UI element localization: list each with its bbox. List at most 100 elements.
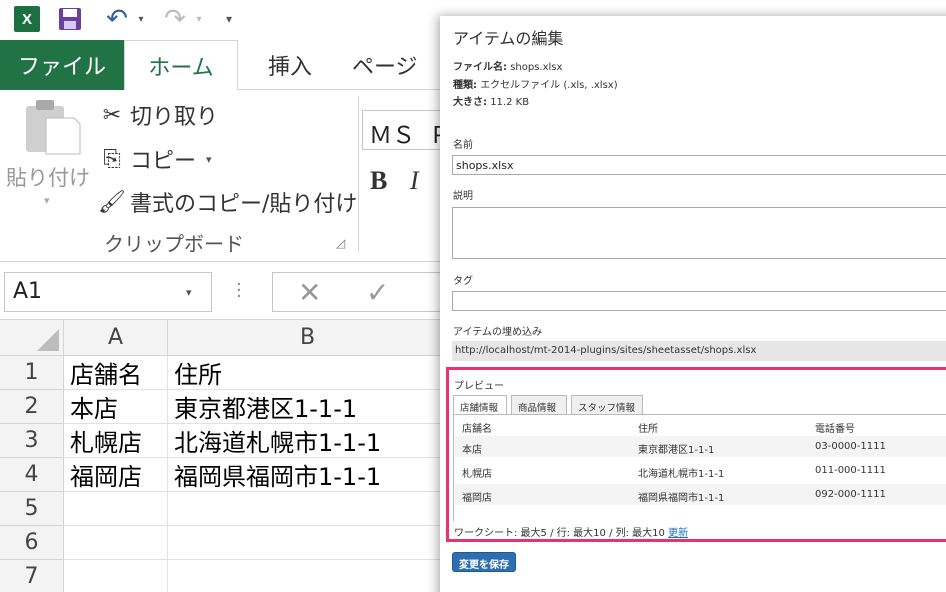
tab-page-layout[interactable]: ページ <box>352 40 452 90</box>
refresh-link[interactable]: 更新 <box>668 528 688 539</box>
copy-icon: ⎘ <box>103 146 121 172</box>
tab-insert[interactable]: 挿入 <box>248 40 332 90</box>
size-label: 大きさ: <box>453 97 487 108</box>
cell-b1[interactable]: 住所 <box>168 356 448 390</box>
embed-label: アイテムの埋め込み <box>453 327 542 338</box>
bold-button[interactable]: B <box>370 166 387 196</box>
column-header-b[interactable]: B <box>168 320 448 356</box>
tags-input[interactable] <box>452 291 946 311</box>
cell-a6[interactable] <box>64 526 168 560</box>
table-cell: 福岡店 <box>462 493 492 504</box>
dialog-launcher-icon[interactable]: ◿ <box>336 236 350 250</box>
cell-b6[interactable] <box>168 526 448 560</box>
column-header: 電話番号 <box>815 424 855 435</box>
type-label: 種類: <box>453 80 477 91</box>
row-header[interactable]: 1 <box>0 356 64 390</box>
table-cell: 札幌店 <box>462 469 492 480</box>
row-header[interactable]: 7 <box>0 560 64 592</box>
save-icon[interactable] <box>56 5 84 33</box>
copy-label: コピー <box>130 149 197 174</box>
cell-a5[interactable] <box>64 492 168 526</box>
undo-icon[interactable]: ↶ <box>102 4 132 34</box>
cell-b5[interactable] <box>168 492 448 526</box>
enter-check-icon[interactable]: ✓ <box>366 276 389 309</box>
row-header[interactable]: 4 <box>0 458 64 492</box>
cancel-icon[interactable]: ✕ <box>298 276 321 309</box>
select-all-corner[interactable] <box>0 320 64 356</box>
table-row: 福岡店 福岡県福岡市1-1-1 092-000-1111 <box>455 484 946 505</box>
cell-b2[interactable]: 東京都港区1-1-1 <box>168 390 448 424</box>
table-row: 札幌店 北海道札幌市1-1-1 011-000-1111 <box>455 460 946 481</box>
type-meta: 種類: エクセルファイル (.xls, .xlsx) <box>453 76 618 91</box>
cell-b7[interactable] <box>168 560 448 592</box>
screen: X ↶ ▾ ↷ ▾ ▾ ファイル ホーム 挿入 ページ 貼り付け ▾ ✂ 切り取… <box>0 0 946 592</box>
tab-file[interactable]: ファイル <box>0 40 124 90</box>
clipboard-group-label: クリップボード <box>104 232 244 256</box>
preview-table: 店舗名 住所 電話番号 本店 東京都港区1-1-1 03-0000-1111 札… <box>453 414 946 521</box>
cell-b3[interactable]: 北海道札幌市1-1-1 <box>168 424 448 458</box>
row-header[interactable]: 3 <box>0 424 64 458</box>
copy-button[interactable]: ⎘ コピー ▾ <box>96 142 212 176</box>
description-label: 説明 <box>453 191 473 202</box>
name-box[interactable]: A1 <box>4 272 212 312</box>
excel-app-icon: X <box>12 5 42 33</box>
table-cell: 本店 <box>462 445 482 456</box>
filename-meta: ファイル名: shops.xlsx <box>453 58 562 73</box>
preview-title: プレビュー <box>454 381 504 392</box>
scissors-icon: ✂ <box>102 102 122 128</box>
worksheet-limits: ワークシート: 最大5 / 行: 最大10 / 列: 最大10 <box>454 528 665 539</box>
sheet-tab-staff[interactable]: スタッフ情報 <box>571 395 643 415</box>
name-label: 名前 <box>453 140 473 151</box>
cell-a3[interactable]: 札幌店 <box>64 424 168 458</box>
cell-a4[interactable]: 福岡店 <box>64 458 168 492</box>
format-painter-button[interactable]: 🖌 書式のコピー/貼り付け <box>96 185 357 219</box>
tab-home[interactable]: ホーム <box>124 40 238 91</box>
cut-label: 切り取り <box>130 105 219 130</box>
edit-item-dialog: アイテムの編集 ファイル名: shops.xlsx 種類: エクセルファイル (… <box>440 16 946 592</box>
paste-dropdown-icon[interactable]: ▾ <box>44 194 50 207</box>
redo-icon[interactable]: ↷ <box>160 4 190 34</box>
sheet-tab-products[interactable]: 商品情報 <box>511 395 567 415</box>
sheet-tab-stores[interactable]: 店舗情報 <box>453 395 507 415</box>
customize-toolbar-icon[interactable]: ▾ <box>220 5 238 33</box>
description-textarea[interactable] <box>452 207 946 259</box>
undo-dropdown-icon[interactable]: ▾ <box>134 5 148 33</box>
embed-url-field[interactable]: http://localhost/mt-2014-plugins/sites/s… <box>452 341 946 361</box>
excel-logo-letter: X <box>14 6 40 32</box>
type-value: エクセルファイル (.xls, .xlsx) <box>480 80 618 91</box>
row-header[interactable]: 2 <box>0 390 64 424</box>
cell-a7[interactable] <box>64 560 168 592</box>
table-cell: 092-000-1111 <box>815 489 886 500</box>
ribbon-divider <box>358 96 359 252</box>
table-header-row: 店舗名 住所 電話番号 <box>455 415 946 436</box>
dialog-title: アイテムの編集 <box>453 29 564 48</box>
italic-button[interactable]: I <box>410 166 419 196</box>
paintbrush-icon: 🖌 <box>98 189 126 215</box>
table-cell: 03-0000-1111 <box>815 441 886 452</box>
save-changes-button[interactable]: 変更を保存 <box>452 552 516 572</box>
column-header: 店舗名 <box>462 424 492 435</box>
redo-dropdown-icon[interactable]: ▾ <box>192 5 206 33</box>
table-cell: 北海道札幌市1-1-1 <box>638 469 725 480</box>
filename-value: shops.xlsx <box>510 62 563 73</box>
splitter-handle-icon[interactable]: · · · <box>236 276 242 306</box>
cell-a2[interactable]: 本店 <box>64 390 168 424</box>
table-cell: 011-000-1111 <box>815 465 886 476</box>
cell-a1[interactable]: 店舗名 <box>64 356 168 390</box>
preview-panel: プレビュー 店舗情報 商品情報 スタッフ情報 店舗名 住所 電話番号 本店 東京… <box>446 367 946 542</box>
table-row: 本店 東京都港区1-1-1 03-0000-1111 <box>455 436 946 457</box>
cell-b4[interactable]: 福岡県福岡市1-1-1 <box>168 458 448 492</box>
copy-dropdown-icon[interactable]: ▾ <box>206 153 212 166</box>
column-header-a[interactable]: A <box>64 320 168 356</box>
paste-button-label[interactable]: 貼り付け <box>6 162 90 192</box>
name-input[interactable]: shops.xlsx <box>452 155 946 175</box>
tags-label: タグ <box>453 276 473 287</box>
size-value: 11.2 KB <box>490 97 530 108</box>
table-cell: 東京都港区1-1-1 <box>638 445 715 456</box>
row-header[interactable]: 5 <box>0 492 64 526</box>
paste-icon[interactable] <box>22 98 82 156</box>
format-painter-label: 書式のコピー/貼り付け <box>130 192 358 217</box>
cut-button[interactable]: ✂ 切り取り <box>96 98 218 132</box>
row-header[interactable]: 6 <box>0 526 64 560</box>
name-box-dropdown-icon[interactable]: ▾ <box>186 286 192 299</box>
